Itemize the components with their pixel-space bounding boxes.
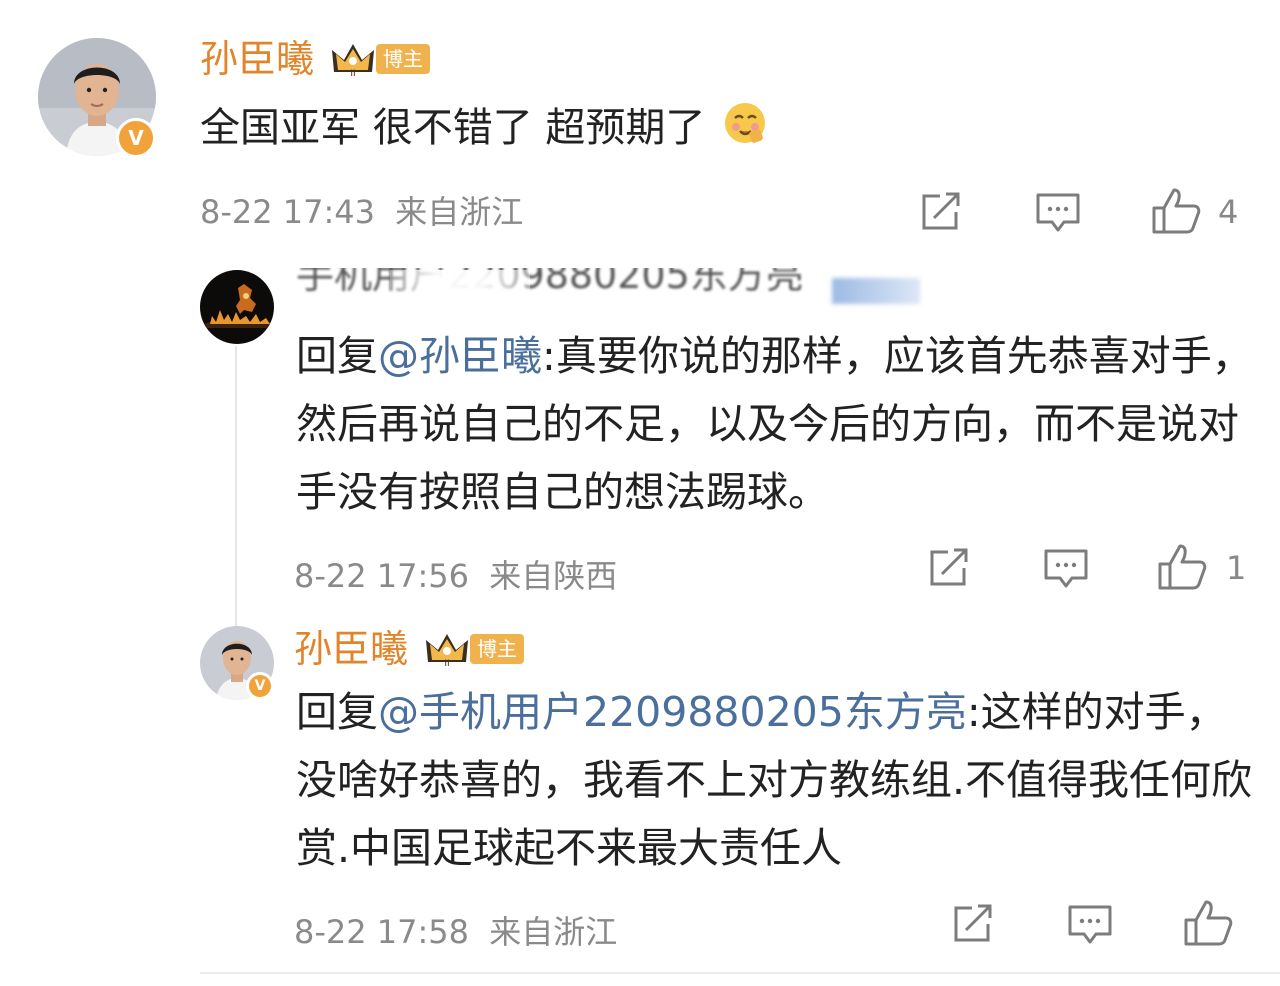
reply-prefix: 回复	[296, 688, 378, 736]
share-icon	[930, 548, 968, 586]
thread-line	[235, 346, 237, 628]
like-button[interactable]	[1156, 542, 1208, 592]
location: 来自浙江	[395, 193, 524, 231]
like-icon	[1152, 188, 1201, 234]
timestamp: 8-22 17:43	[200, 193, 376, 231]
share-button[interactable]	[926, 546, 972, 590]
reply-meta: 8-22 17:58 来自浙江	[294, 910, 617, 954]
like-count: 1	[1226, 549, 1247, 587]
avatar-image	[200, 270, 274, 344]
reply-text: 回复@手机用户2209880205东方亮:这样的对手，没啥好恭喜的，我看不上对方…	[296, 678, 1256, 882]
svg-text:II: II	[350, 69, 355, 78]
crown-icon: II	[330, 40, 376, 79]
share-icon	[954, 904, 992, 942]
location: 来自陕西	[489, 557, 618, 595]
comment-body: 全国亚军 很不错了 超预期了	[200, 105, 706, 151]
comment-icon	[1036, 193, 1080, 232]
mention-link[interactable]: @手机用户2209880205东方亮	[378, 688, 967, 736]
name-obscured-blur	[390, 270, 530, 308]
cheeky-face-icon	[722, 100, 768, 160]
reply-text: 回复@孙臣曦:真要你说的那样，应该首先恭喜对手，然后再说自己的不足，以及今后的方…	[296, 322, 1256, 526]
like-count: 4	[1218, 193, 1239, 231]
location: 来自浙江	[489, 913, 618, 951]
comment-button[interactable]	[1066, 902, 1114, 948]
divider	[200, 972, 1280, 974]
role-badge: 博主	[376, 44, 430, 74]
comment-button[interactable]	[1042, 546, 1090, 592]
like-button[interactable]	[1182, 898, 1234, 948]
username[interactable]: 孙臣曦	[294, 624, 408, 674]
share-icon	[922, 192, 960, 230]
verified-badge: V	[246, 672, 274, 700]
share-button[interactable]	[918, 190, 964, 234]
verified-badge: V	[116, 118, 156, 158]
timestamp: 8-22 17:56	[294, 557, 470, 595]
reply-meta: 8-22 17:56 来自陕西	[294, 554, 617, 598]
comment-meta: 8-22 17:43 来自浙江	[200, 190, 523, 234]
avatar[interactable]	[200, 270, 274, 344]
reply-prefix: 回复	[296, 332, 378, 380]
comment-button[interactable]	[1034, 190, 1082, 236]
comment-icon	[1068, 905, 1112, 944]
timestamp: 8-22 17:58	[294, 913, 470, 951]
svg-text:II: II	[444, 659, 449, 668]
crown-icon: II	[424, 630, 470, 669]
role-badge: 博主	[470, 634, 524, 664]
username[interactable]: 孙臣曦	[200, 34, 314, 84]
comment-icon	[1044, 549, 1088, 588]
like-icon	[1158, 544, 1207, 590]
level-badge-blur	[832, 278, 920, 304]
comment-text: 全国亚军 很不错了 超预期了	[200, 100, 768, 160]
share-button[interactable]	[950, 902, 996, 946]
like-button[interactable]	[1150, 186, 1202, 236]
like-icon	[1184, 900, 1233, 946]
mention-link[interactable]: @孙臣曦	[378, 332, 542, 380]
